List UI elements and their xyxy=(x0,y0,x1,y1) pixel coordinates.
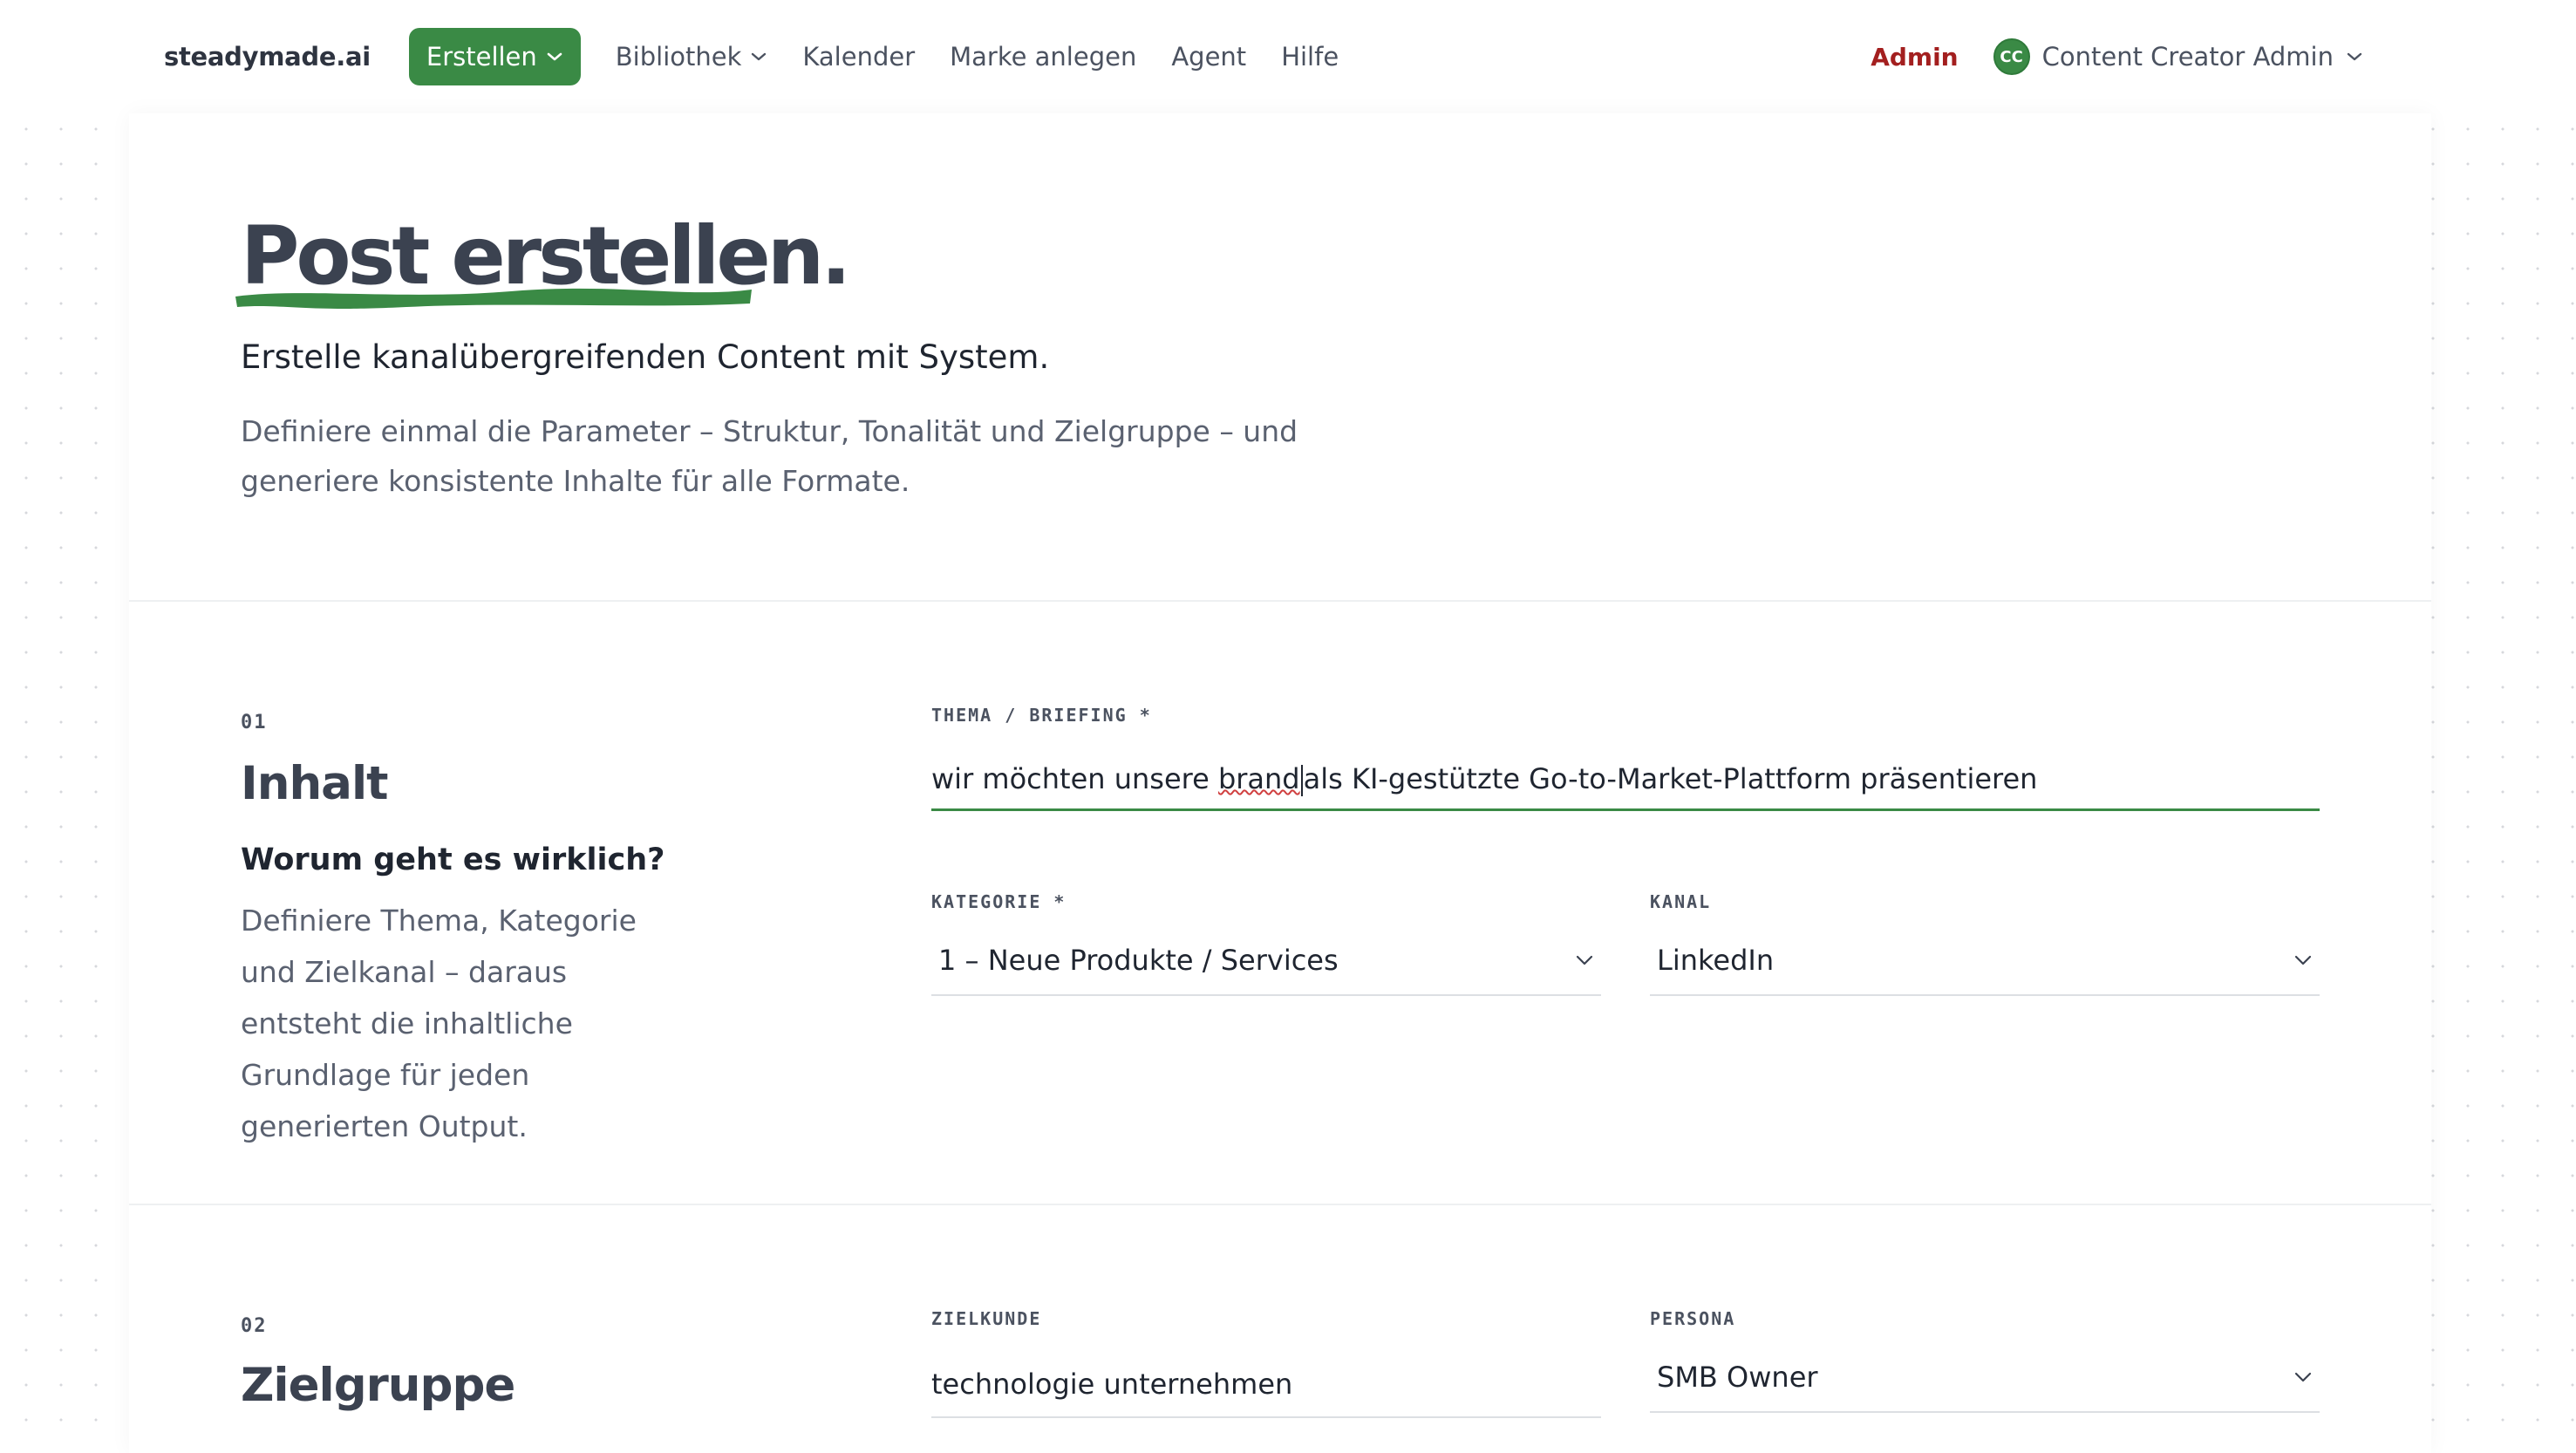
chevron-down-icon xyxy=(1576,955,1593,965)
user-menu[interactable]: CC Content Creator Admin xyxy=(1993,38,2363,75)
user-name: Content Creator Admin xyxy=(2041,42,2334,72)
section-title: Zielgruppe xyxy=(241,1359,515,1412)
target-customer-value: technologie unternehmen xyxy=(931,1368,1293,1401)
section-zielgruppe: 02 Zielgruppe ZIELKUNDE technologie unte… xyxy=(129,1205,2431,1453)
channel-label: KANAL xyxy=(1650,891,1712,912)
topic-text: wir möchten unsere xyxy=(931,762,1218,795)
avatar: CC xyxy=(1993,38,2030,75)
nav-item-erstellen[interactable]: Erstellen xyxy=(408,28,581,85)
chevron-down-icon xyxy=(752,52,767,61)
persona-select[interactable]: SMB Owner xyxy=(1650,1361,2320,1413)
nav-item-label: Erstellen xyxy=(426,42,537,72)
brand-logo[interactable]: steadymade.ai xyxy=(164,42,371,72)
chevron-down-icon xyxy=(2294,1372,2312,1382)
nav-item-hilfe[interactable]: Hilfe xyxy=(1281,42,1339,72)
top-navigation: steadymade.ai Erstellen Bibliothek Kalen… xyxy=(0,0,2576,113)
page-description: Definiere einmal die Parameter – Struktu… xyxy=(241,414,1298,498)
chevron-down-icon xyxy=(2294,955,2312,965)
text-caret xyxy=(1300,765,1303,796)
section-description: Definiere Thema, Kategorie und Zielkanal… xyxy=(241,904,637,1143)
target-customer-input[interactable]: technologie unternehmen xyxy=(931,1368,1601,1418)
topic-input[interactable]: wir möchten unsere brand als KI-gestützte… xyxy=(931,762,2320,811)
category-label: KATEGORIE * xyxy=(931,891,1067,912)
main-menu: Erstellen Bibliothek Kalender Marke anle… xyxy=(408,28,1339,85)
topic-text: als KI-gestützte Go-to-Market-Plattform … xyxy=(1303,762,2038,795)
nav-item-agent[interactable]: Agent xyxy=(1171,42,1246,72)
section-number: 02 xyxy=(241,1315,268,1337)
page-title: Post erstellen. xyxy=(241,209,851,303)
nav-item-kalender[interactable]: Kalender xyxy=(802,42,915,72)
nav-right-group: Admin CC Content Creator Admin xyxy=(1871,38,2363,75)
page-header: Post erstellen. Erstelle kanalübergreife… xyxy=(129,113,2431,602)
nav-item-label: Agent xyxy=(1171,42,1247,72)
category-select[interactable]: 1 – Neue Produkte / Services xyxy=(931,944,1601,996)
chevron-down-icon xyxy=(2347,52,2362,61)
nav-item-label: Hilfe xyxy=(1281,42,1339,72)
nav-item-label: Kalender xyxy=(802,42,916,72)
page-subtitle: Erstelle kanalübergreifenden Content mit… xyxy=(241,338,1050,376)
misspelled-word: brand xyxy=(1217,762,1300,795)
nav-item-label: Marke anlegen xyxy=(950,42,1137,72)
category-value: 1 – Neue Produkte / Services xyxy=(938,944,1339,977)
channel-select[interactable]: LinkedIn xyxy=(1650,944,2320,996)
section-question: Worum geht es wirklich? xyxy=(241,842,665,877)
topic-label: THEMA / BRIEFING * xyxy=(931,705,1152,726)
chevron-down-icon xyxy=(547,52,562,61)
nav-item-bibliothek[interactable]: Bibliothek xyxy=(616,42,768,72)
admin-link[interactable]: Admin xyxy=(1871,43,1958,72)
target-customer-label: ZIELKUNDE xyxy=(931,1308,1042,1329)
section-inhalt: 01 Inhalt Worum geht es wirklich? Defini… xyxy=(129,602,2431,1205)
section-number: 01 xyxy=(241,712,268,733)
persona-label: PERSONA xyxy=(1650,1308,1736,1329)
nav-item-marke-anlegen[interactable]: Marke anlegen xyxy=(950,42,1136,72)
persona-value: SMB Owner xyxy=(1657,1361,1818,1394)
post-form-card: Post erstellen. Erstelle kanalübergreife… xyxy=(129,113,2431,1453)
channel-value: LinkedIn xyxy=(1657,944,1775,977)
nav-item-label: Bibliothek xyxy=(615,42,742,72)
section-title: Inhalt xyxy=(241,757,388,810)
